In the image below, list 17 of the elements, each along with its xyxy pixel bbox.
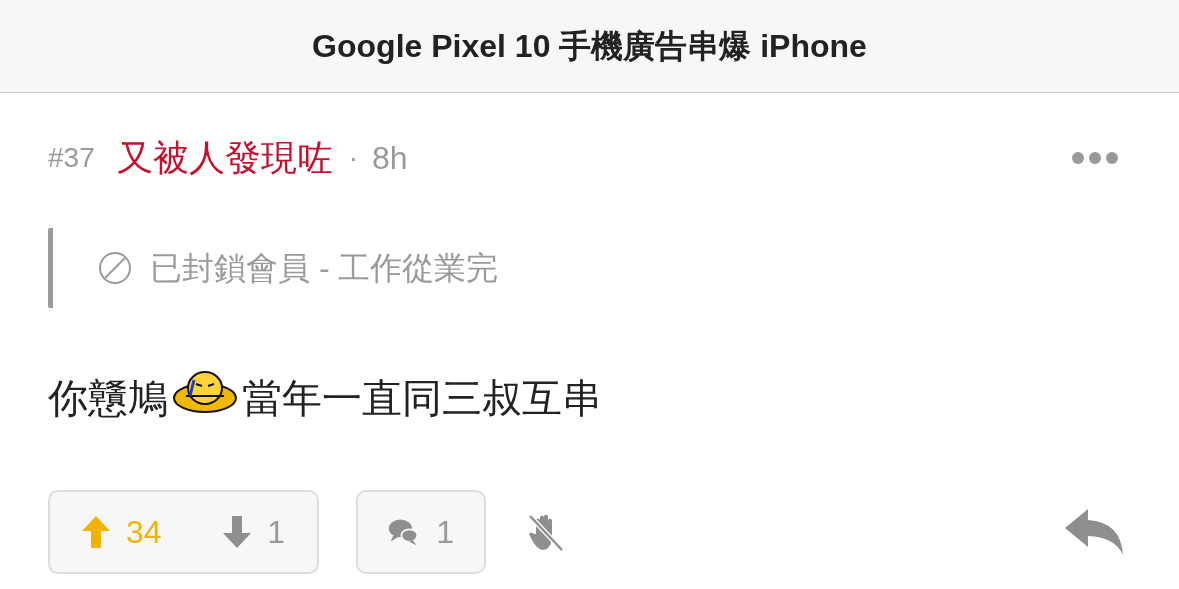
hand-off-icon[interactable] xyxy=(528,512,564,552)
separator-dot: · xyxy=(348,141,359,175)
arrow-up-icon xyxy=(82,516,110,548)
arrow-down-icon xyxy=(223,516,252,548)
author-name[interactable]: 又被人發現咗 xyxy=(116,131,333,185)
blocked-icon xyxy=(98,251,132,285)
comments-button[interactable]: 1 xyxy=(356,490,486,574)
floor-number: #37 xyxy=(48,141,95,175)
page-title: Google Pixel 10 手機廣告串爆 iPhone xyxy=(312,27,867,66)
downvote-button[interactable]: 1 xyxy=(223,508,285,556)
post-time: 8h xyxy=(372,139,408,178)
post-text: 你戇鳩 xyxy=(48,375,168,422)
upvote-button[interactable]: 34 xyxy=(82,508,162,556)
more-icon[interactable] xyxy=(1071,151,1119,165)
reply-icon[interactable] xyxy=(1065,509,1125,555)
quote-text: 已封鎖會員 - 工作從業完 xyxy=(150,249,499,288)
post-text: 當年一直同三叔互串 xyxy=(242,375,602,422)
